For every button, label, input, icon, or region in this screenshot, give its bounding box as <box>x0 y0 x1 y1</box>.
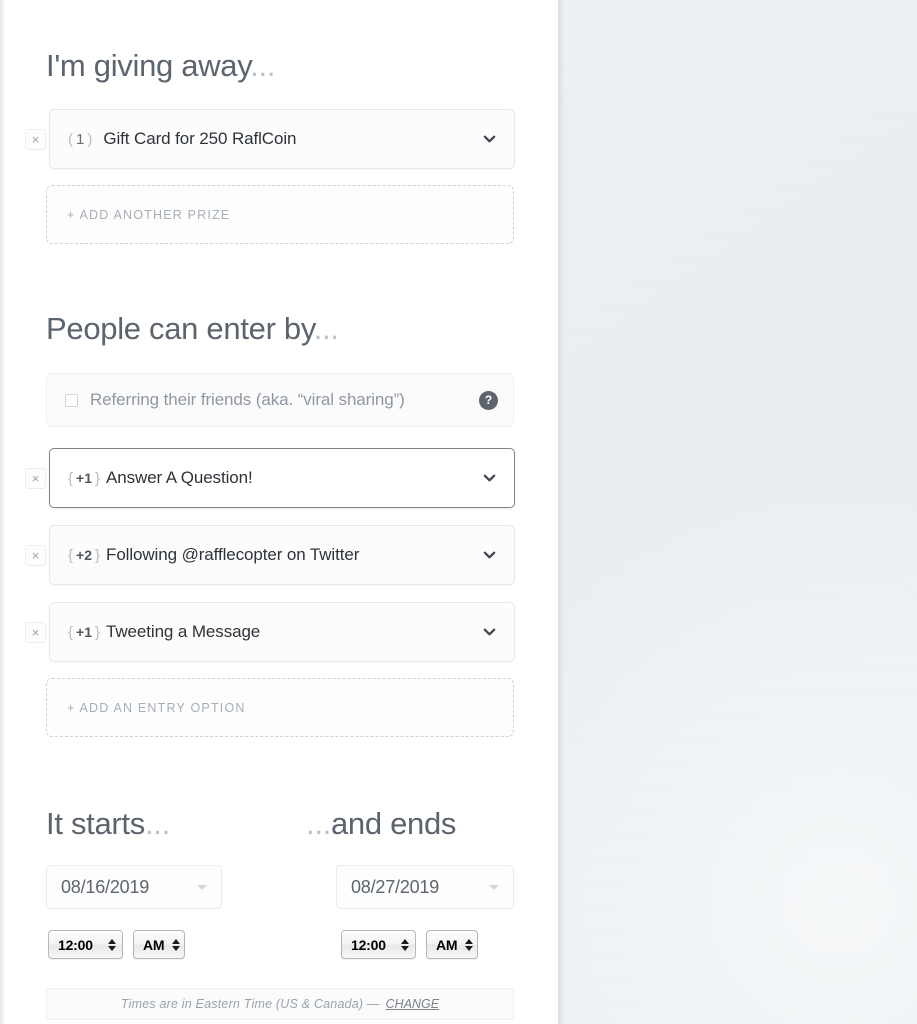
stepper-arrows-icon <box>401 938 409 951</box>
referral-checkbox[interactable] <box>65 393 78 407</box>
caret-down-icon <box>197 885 207 890</box>
entry-row: × { +1 } Answer A Question! <box>25 448 515 508</box>
start-heading-text: It starts <box>46 806 145 841</box>
start-date-value: 08/16/2019 <box>61 876 150 897</box>
caret-down-icon <box>489 885 499 890</box>
end-time-select[interactable]: 12:00 <box>341 930 416 959</box>
remove-entry-button[interactable]: × <box>25 544 46 566</box>
entry-option-tweeting-a-message[interactable]: { +1 } Tweeting a Message <box>49 602 515 662</box>
prize-row: × ( 1 ) Gift Card for 250 RaflCoin <box>25 109 515 169</box>
end-date-value: 08/27/2019 <box>351 876 440 897</box>
prize-label: Gift Card for 250 RaflCoin <box>103 129 297 148</box>
entry-points-badge: { +1 } <box>68 470 100 487</box>
prizes-heading-text: I'm giving away <box>46 48 251 83</box>
end-heading: ...and ends <box>306 808 456 839</box>
referral-entry-row[interactable]: Referring their friends (aka. “viral sha… <box>46 373 514 427</box>
start-date-input[interactable]: 08/16/2019 <box>46 865 222 909</box>
timezone-bar: Times are in Eastern Time (US & Canada) … <box>46 988 514 1020</box>
entry-points-badge: { +2 } <box>68 547 100 564</box>
entry-points: +2 <box>76 546 92 563</box>
timezone-text: Times are in Eastern Time (US & Canada) … <box>120 997 380 1011</box>
start-meridiem-select[interactable]: AM <box>133 930 185 959</box>
end-time-value: 12:00 <box>351 936 386 953</box>
start-heading: It starts... <box>46 808 170 839</box>
add-another-prize-button[interactable]: + ADD ANOTHER PRIZE <box>46 185 514 244</box>
entry-row: × { +2 } Following @rafflecopter on Twit… <box>25 525 515 585</box>
stepper-arrows-icon <box>465 938 474 951</box>
left-edge-divider <box>0 0 5 1024</box>
entries-heading: People can enter by... <box>46 313 339 344</box>
paren-close: ) <box>87 130 93 148</box>
brace-open: { <box>68 623 74 641</box>
timezone-change-link[interactable]: CHANGE <box>386 997 439 1011</box>
referral-label: Referring their friends (aka. “viral sha… <box>90 390 405 409</box>
entry-label: Answer A Question! <box>106 468 253 487</box>
brace-open: { <box>68 546 74 564</box>
end-meridiem-select[interactable]: AM <box>426 930 478 959</box>
brace-open: { <box>68 469 74 487</box>
entry-label: Following @rafflecopter on Twitter <box>106 545 360 564</box>
sidebar-edge-divider <box>558 0 564 1024</box>
chevron-down-icon[interactable] <box>482 548 497 563</box>
entry-row: × { +1 } Tweeting a Message <box>25 602 515 662</box>
add-another-prize-label: + ADD ANOTHER PRIZE <box>67 207 231 222</box>
prizes-heading: I'm giving away... <box>46 50 275 81</box>
stepper-arrows-icon <box>172 938 181 951</box>
start-time-value: 12:00 <box>58 936 93 953</box>
sidebar-column: Nickname ? Terms & Conditions ? This pro… <box>558 0 917 1024</box>
start-heading-dots: ... <box>144 806 170 841</box>
referral-help-icon[interactable]: ? <box>479 390 498 410</box>
stepper-arrows-icon <box>108 938 116 951</box>
entry-label: Tweeting a Message <box>106 622 261 641</box>
entries-heading-text: People can enter by <box>46 311 314 346</box>
end-date-input[interactable]: 08/27/2019 <box>336 865 514 909</box>
brace-close: } <box>95 469 101 487</box>
giveaway-setup-page: I'm giving away... × ( 1 ) Gift Card for… <box>0 0 917 1024</box>
chevron-down-icon[interactable] <box>482 132 497 147</box>
prize-select[interactable]: ( 1 ) Gift Card for 250 RaflCoin <box>49 109 515 169</box>
end-heading-text: and ends <box>330 806 457 841</box>
entry-points: +1 <box>76 469 92 486</box>
end-meridiem-value: AM <box>436 936 458 953</box>
entries-heading-dots: ... <box>313 311 339 346</box>
chevron-down-icon[interactable] <box>482 625 497 640</box>
start-meridiem-value: AM <box>143 936 165 953</box>
entry-option-answer-a-question[interactable]: { +1 } Answer A Question! <box>49 448 515 508</box>
remove-entry-button[interactable]: × <box>25 621 46 643</box>
remove-entry-button[interactable]: × <box>25 467 46 489</box>
chevron-down-icon[interactable] <box>482 471 497 486</box>
prize-count: 1 <box>76 130 85 148</box>
start-time-select[interactable]: 12:00 <box>48 930 123 959</box>
add-entry-option-label: + ADD AN ENTRY OPTION <box>67 700 246 715</box>
main-form-column: I'm giving away... × ( 1 ) Gift Card for… <box>0 0 558 1024</box>
paren-open: ( <box>68 130 73 148</box>
prize-count-badge: ( 1 ) <box>68 131 92 148</box>
prizes-heading-dots: ... <box>250 48 276 83</box>
add-entry-option-button[interactable]: + ADD AN ENTRY OPTION <box>46 678 514 737</box>
end-heading-dots: ... <box>306 806 331 841</box>
brace-close: } <box>95 546 101 564</box>
entry-points-badge: { +1 } <box>68 624 100 641</box>
entry-option-following-twitter[interactable]: { +2 } Following @rafflecopter on Twitte… <box>49 525 515 585</box>
remove-prize-button[interactable]: × <box>25 128 46 150</box>
entry-points: +1 <box>76 623 92 640</box>
brace-close: } <box>95 623 101 641</box>
